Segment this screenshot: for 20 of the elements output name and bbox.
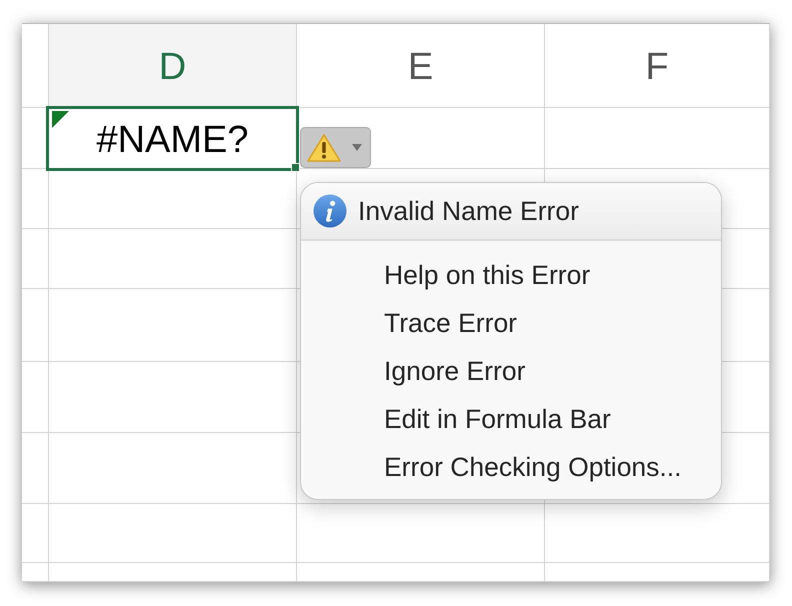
menu-item[interactable]: Help on this Error <box>301 251 721 299</box>
warning-icon <box>306 132 342 162</box>
column-header[interactable]: F <box>545 24 770 108</box>
menu-item[interactable]: Ignore Error <box>301 347 721 395</box>
selected-cell[interactable]: #NAME? <box>46 106 299 171</box>
info-icon <box>313 194 347 228</box>
cell-value: #NAME? <box>96 118 249 158</box>
row-header <box>22 229 49 289</box>
row-header <box>22 433 49 504</box>
menu-item[interactable]: Error Checking Options... <box>301 443 721 491</box>
menu-item[interactable]: Trace Error <box>301 299 721 347</box>
caret-icon <box>352 144 362 151</box>
row-header <box>22 169 49 229</box>
row-header <box>22 362 49 433</box>
column-header[interactable]: E <box>297 24 545 108</box>
menu-item[interactable]: Edit in Formula Bar <box>301 395 721 443</box>
menu-title: Invalid Name Error <box>358 196 579 226</box>
fill-handle[interactable] <box>291 163 300 172</box>
error-options-button[interactable] <box>300 127 371 168</box>
column-header[interactable]: D <box>49 24 297 108</box>
